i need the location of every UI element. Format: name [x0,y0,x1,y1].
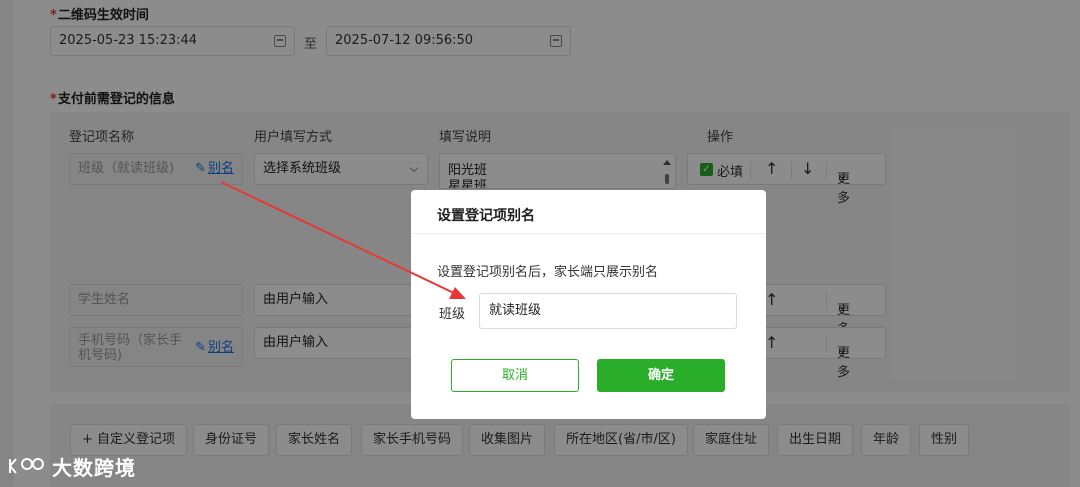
annotation-arrow [220,181,466,299]
watermark-text: 大数跨境 [52,456,136,480]
watermark-logo-icon [9,458,44,474]
